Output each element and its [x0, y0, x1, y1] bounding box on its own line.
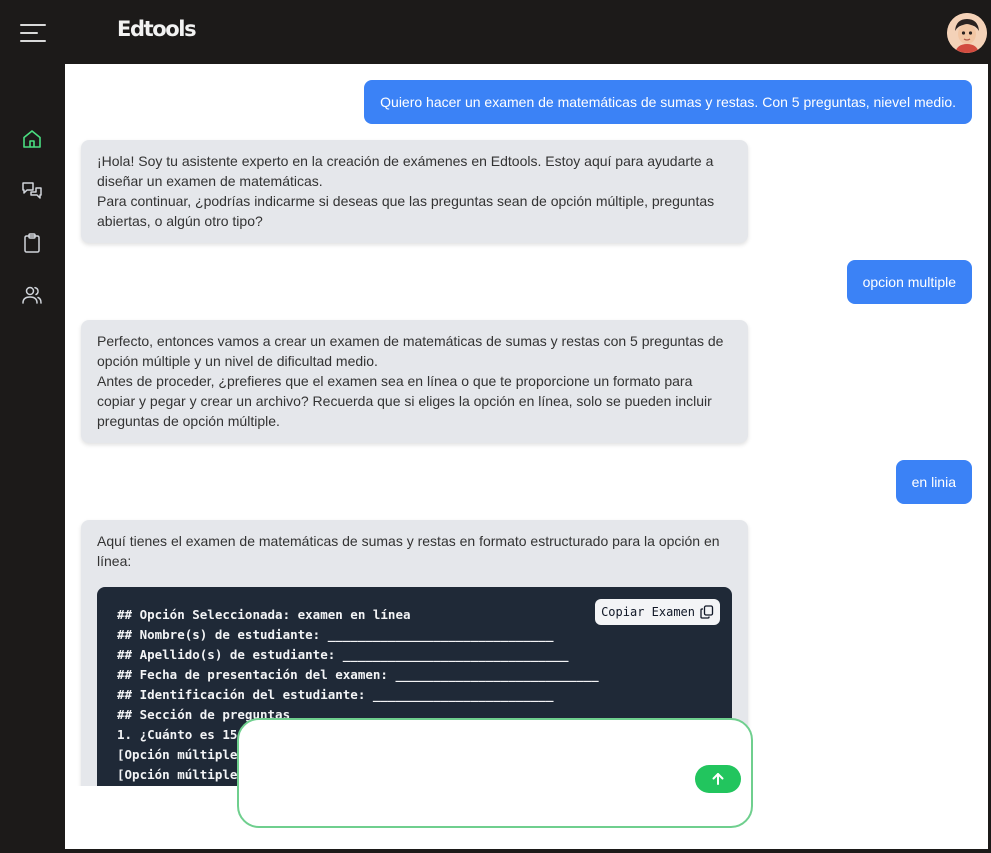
user-message: opcion multiple — [846, 260, 972, 304]
message-paragraph: Aquí tienes el examen de matemáticas de … — [97, 533, 720, 569]
sidebar — [0, 64, 65, 853]
clipboard-icon[interactable] — [20, 231, 44, 255]
message-paragraph: Para continuar, ¿podrías indicarme si de… — [97, 193, 715, 229]
assistant-message: ¡Hola! Soy tu asistente experto en la cr… — [81, 140, 748, 243]
send-button[interactable] — [695, 765, 741, 793]
message-paragraph: Antes de proceder, ¿prefieres que el exa… — [97, 373, 712, 429]
copy-exam-label: Copiar Examen — [601, 605, 695, 619]
copy-exam-button[interactable]: Copiar Examen — [595, 599, 720, 625]
copy-icon — [700, 605, 714, 619]
avatar-image — [947, 13, 987, 53]
arrow-up-icon — [712, 773, 724, 785]
user-message: Quiero hacer un examen de matemáticas de… — [364, 80, 972, 124]
message-composer — [237, 718, 753, 828]
chat-bubbles-icon[interactable] — [20, 179, 44, 203]
code-line: ## Apellido(s) de estudiante: __________… — [117, 647, 569, 662]
message-input[interactable] — [255, 734, 695, 814]
message-paragraph: ¡Hola! Soy tu asistente experto en la cr… — [97, 153, 714, 189]
users-icon[interactable] — [20, 283, 44, 307]
hamburger-menu-icon[interactable] — [20, 22, 46, 44]
top-bar: Edtools — [0, 0, 991, 64]
chat-thread[interactable]: Quiero hacer un examen de matemáticas de… — [65, 64, 988, 786]
app-logo[interactable]: Edtools — [117, 17, 197, 41]
assistant-message: Perfecto, entonces vamos a crear un exam… — [81, 320, 748, 443]
home-icon[interactable] — [20, 127, 44, 151]
user-message: en linia — [895, 460, 972, 504]
code-line: ## Nombre(s) de estudiante: ____________… — [117, 627, 554, 642]
code-line: ## Fecha de presentación del examen: ___… — [117, 667, 599, 682]
code-line: ## Identificación del estudiante: ______… — [117, 687, 554, 702]
message-paragraph: Perfecto, entonces vamos a crear un exam… — [97, 333, 724, 369]
user-avatar[interactable] — [947, 13, 987, 53]
